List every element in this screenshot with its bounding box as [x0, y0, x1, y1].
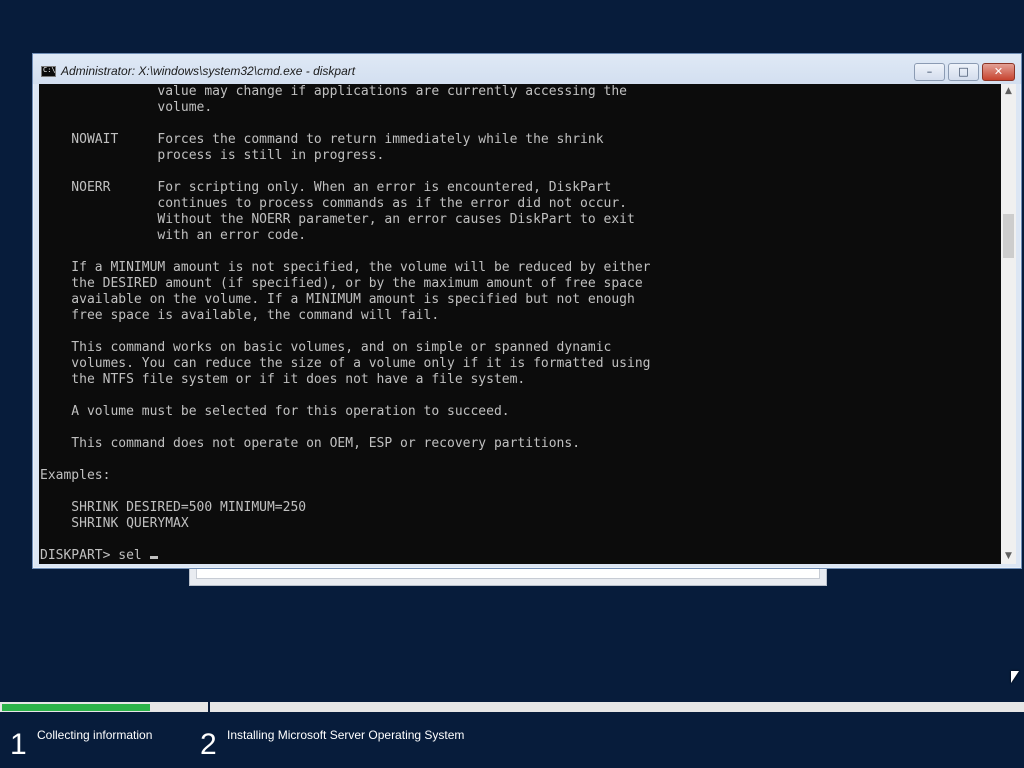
cmd-icon-label: C:\ [43, 66, 56, 74]
minimize-icon: – [926, 65, 933, 78]
command-input[interactable]: sel [118, 548, 149, 563]
console-line: continues to process commands as if the … [40, 196, 627, 211]
console-line: NOERR For scripting only. When an error … [40, 180, 612, 195]
cmd-window[interactable]: C:\ Administrator: X:\windows\system32\c… [32, 53, 1022, 569]
step-label: Collecting information [37, 728, 153, 742]
close-icon: ✕ [993, 65, 1004, 78]
setup-background: C:\ Administrator: X:\windows\system32\c… [0, 0, 1024, 768]
console-output: value may change if applications are cur… [40, 84, 650, 564]
console-line: the NTFS file system or if it does not h… [40, 372, 526, 387]
step-label: Installing Microsoft Server Operating Sy… [227, 728, 465, 742]
title-bar[interactable]: C:\ Administrator: X:\windows\system32\c… [33, 54, 1021, 84]
console-line: NOWAIT Forces the command to return imme… [40, 132, 604, 147]
console-line: SHRINK QUERYMAX [40, 516, 189, 531]
console-line: Without the NOERR parameter, an error ca… [40, 212, 635, 227]
console-line: SHRINK DESIRED=500 MINIMUM=250 [40, 500, 307, 515]
console-area[interactable]: value may change if applications are cur… [39, 84, 1001, 564]
mouse-pointer-icon [1011, 671, 1019, 683]
step-number: 2 [200, 728, 217, 761]
setup-dialog-behind [189, 566, 827, 586]
setup-progress-track [0, 702, 1024, 714]
step1-progress-segment [2, 704, 208, 711]
maximize-button[interactable]: □ [948, 63, 979, 81]
console-line: This command does not operate on OEM, ES… [40, 436, 581, 451]
console-line: Examples: [40, 468, 111, 483]
cmd-icon: C:\ [41, 66, 56, 77]
scroll-thumb[interactable] [1003, 214, 1014, 258]
console-line: A volume must be selected for this opera… [40, 404, 510, 419]
console-line: the DESIRED amount (if specified), or by… [40, 276, 643, 291]
prompt-line[interactable]: DISKPART> sel [40, 548, 650, 564]
step-number: 1 [10, 728, 27, 761]
console-line: This command works on basic volumes, and… [40, 340, 612, 355]
minimize-button[interactable]: – [914, 63, 945, 81]
console-line: available on the volume. If a MINIMUM am… [40, 292, 635, 307]
progress-fill [2, 704, 150, 711]
text-cursor [149, 556, 158, 559]
window-title: Administrator: X:\windows\system32\cmd.e… [61, 64, 356, 78]
scroll-up-icon[interactable]: ▲ [1001, 84, 1016, 99]
console-line: value may change if applications are cur… [40, 84, 627, 99]
progress-divider [208, 702, 210, 714]
vertical-scrollbar[interactable]: ▲ ▼ [1001, 84, 1016, 564]
maximize-icon: □ [958, 65, 969, 78]
scroll-down-icon[interactable]: ▼ [1001, 549, 1016, 564]
console-line: process is still in progress. [40, 148, 385, 163]
console-line: If a MINIMUM amount is not specified, th… [40, 260, 651, 275]
console-line: volume. [40, 100, 213, 115]
console-line: free space is available, the command wil… [40, 308, 440, 323]
console-line: volumes. You can reduce the size of a vo… [40, 356, 651, 371]
prompt-label: DISKPART> [40, 548, 119, 563]
close-button[interactable]: ✕ [982, 63, 1015, 81]
console-line: with an error code. [40, 228, 307, 243]
